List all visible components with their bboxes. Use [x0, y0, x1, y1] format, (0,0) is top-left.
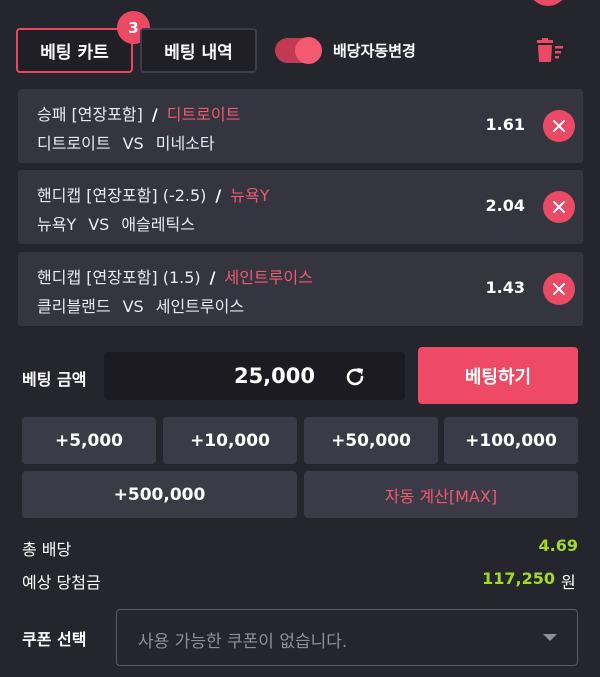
- bet-vs: VS: [122, 297, 144, 316]
- total-odds-label: 총 배당: [22, 540, 72, 559]
- quick-amount-button[interactable]: +5,000: [22, 417, 156, 464]
- quick-amount-button[interactable]: +10,000: [163, 417, 297, 464]
- bet-market: 핸디캡 [연장포함] (1.5): [37, 268, 201, 287]
- bet-separator: /: [151, 105, 158, 124]
- bet-home-team: 클리블랜드: [37, 297, 111, 316]
- bet-slip-item: 핸디캡 [연장포함] (-2.5) / 뉴욕Y 뉴욕Y VS 애슬레틱스 2.04: [18, 170, 583, 244]
- chevron-down-icon: [543, 634, 557, 641]
- remove-bet-button[interactable]: [543, 273, 575, 305]
- expected-win-label: 예상 당첨금: [22, 573, 101, 592]
- bet-teams-line: 디트로이트 VS 미네소타: [37, 130, 215, 154]
- clear-all-trash-icon[interactable]: [535, 38, 565, 64]
- tab-bet-history[interactable]: 베팅 내역: [140, 28, 257, 73]
- bet-selection: 뉴욕Y: [230, 186, 270, 205]
- remove-bet-button[interactable]: [543, 110, 575, 142]
- close-icon: [553, 120, 565, 132]
- auto-odds-toggle[interactable]: [275, 37, 322, 64]
- place-bet-button[interactable]: 베팅하기: [418, 347, 578, 404]
- coupon-placeholder: 사용 가능한 쿠폰이 없습니다.: [138, 632, 348, 652]
- scroll-top-button[interactable]: [528, 0, 568, 6]
- close-icon: [553, 201, 565, 213]
- total-odds-value: 4.69: [538, 536, 578, 555]
- bet-away-team: 세인트루이스: [155, 297, 245, 316]
- bet-slip-item: 핸디캡 [연장포함] (1.5) / 세인트루이스 클리블랜드 VS 세인트루이스 1.…: [18, 252, 583, 326]
- bet-amount-input[interactable]: 25,000: [104, 352, 405, 400]
- auto-odds-label: 배당자동변경: [333, 42, 416, 60]
- bet-home-team: 뉴욕Y: [37, 215, 77, 234]
- quick-amount-button[interactable]: +50,000: [304, 417, 438, 464]
- expected-win-value: 117,250: [482, 569, 555, 588]
- bet-selection: 세인트루이스: [224, 268, 313, 287]
- bet-market-line: 핸디캡 [연장포함] (-2.5) / 뉴욕Y: [37, 182, 269, 206]
- auto-calc-max-button[interactable]: 자동 계산[MAX]: [304, 471, 578, 518]
- bet-away-team: 미네소타: [155, 134, 215, 153]
- bet-vs: VS: [88, 215, 110, 234]
- refresh-icon[interactable]: [343, 365, 367, 389]
- bet-vs: VS: [122, 134, 144, 153]
- tab-bet-cart-label: 베팅 카트: [40, 43, 109, 63]
- bet-market: 승패 [연장포함]: [37, 105, 143, 124]
- close-icon: [553, 283, 565, 295]
- bet-amount-label: 베팅 금액: [22, 370, 87, 389]
- bet-selection: 디트로이트: [166, 105, 241, 124]
- bet-separator: /: [209, 268, 216, 287]
- bet-teams-line: 뉴욕Y VS 애슬레틱스: [37, 211, 195, 235]
- bet-separator: /: [215, 186, 222, 205]
- tab-bet-history-label: 베팅 내역: [164, 43, 233, 63]
- bet-odds: 2.04: [485, 196, 525, 215]
- bet-away-team: 애슬레틱스: [121, 215, 195, 234]
- bet-market: 핸디캡 [연장포함] (-2.5): [37, 186, 207, 205]
- bet-odds: 1.61: [485, 115, 525, 134]
- remove-bet-button[interactable]: [543, 191, 575, 223]
- bet-odds: 1.43: [485, 278, 525, 297]
- bet-slip-item: 승패 [연장포함] / 디트로이트 디트로이트 VS 미네소타 1.61: [18, 89, 583, 163]
- quick-amount-button[interactable]: +500,000: [22, 471, 297, 518]
- coupon-select[interactable]: 사용 가능한 쿠폰이 없습니다.: [116, 609, 578, 666]
- quick-amount-button[interactable]: +100,000: [444, 417, 578, 464]
- tab-bet-cart[interactable]: 베팅 카트: [16, 28, 133, 73]
- toggle-knob: [295, 37, 322, 64]
- bet-teams-line: 클리블랜드 VS 세인트루이스: [37, 293, 244, 317]
- currency-unit: 원: [561, 573, 576, 592]
- bet-market-line: 승패 [연장포함] / 디트로이트: [37, 101, 240, 125]
- bet-amount-value: 25,000: [233, 364, 315, 388]
- coupon-label: 쿠폰 선택: [22, 630, 87, 649]
- bet-market-line: 핸디캡 [연장포함] (1.5) / 세인트루이스: [37, 264, 313, 288]
- bet-home-team: 디트로이트: [37, 134, 111, 153]
